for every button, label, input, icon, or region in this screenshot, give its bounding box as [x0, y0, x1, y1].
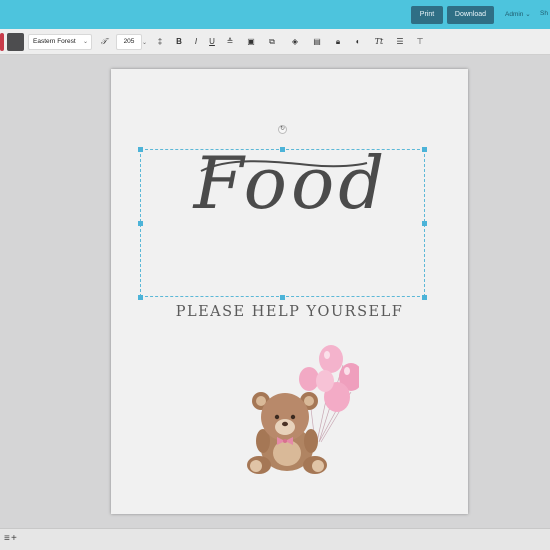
print-button[interactable]: Print	[411, 6, 443, 24]
share-menu[interactable]: Sh	[540, 10, 548, 17]
selection-box[interactable]	[140, 149, 425, 297]
text-toolbar: Eastern Forest ⌄ 𝒯 205 ⌄ ‡ B I U ≙ ▣ ⧉ ◈…	[0, 29, 550, 55]
add-page-icon[interactable]: +	[11, 533, 17, 544]
layers-icon[interactable]: ◈	[289, 35, 301, 49]
chevron-down-icon[interactable]: ⌄	[142, 39, 147, 46]
resize-handle-r[interactable]	[422, 221, 427, 226]
subtitle-text[interactable]: PLEASE HELP YOURSELF	[111, 304, 468, 320]
color-icon[interactable]: ◐	[352, 35, 364, 49]
lock-icon[interactable]: 🔒︎	[332, 35, 344, 49]
font-family-select[interactable]: Eastern Forest ⌄	[28, 34, 92, 50]
align-icon[interactable]: ⊤	[414, 35, 426, 49]
font-style-icon[interactable]: 𝒯	[98, 35, 110, 49]
rotate-icon[interactable]: ↻	[278, 125, 287, 134]
resize-handle-t[interactable]	[280, 147, 285, 152]
font-family-value: Eastern Forest	[33, 38, 76, 45]
color-swatch-dark[interactable]	[7, 33, 24, 51]
resize-handle-l[interactable]	[138, 221, 143, 226]
font-size-input[interactable]: 205	[116, 34, 142, 50]
underline-icon[interactable]: U	[206, 35, 218, 49]
resize-handle-br[interactable]	[422, 295, 427, 300]
resize-handle-b[interactable]	[280, 295, 285, 300]
color-swatch-red[interactable]	[0, 33, 4, 51]
design-page[interactable]: Food ↻ PLEASE HELP YOURSELF	[111, 69, 468, 514]
line-spacing-icon[interactable]: ☰	[394, 35, 406, 49]
menu-icon[interactable]: ≡	[4, 533, 10, 544]
teddy-bear-balloons-image[interactable]	[239, 337, 359, 477]
copy-icon[interactable]: ▤	[311, 35, 323, 49]
resize-handle-tr[interactable]	[422, 147, 427, 152]
top-header-bar: Print Download Admin ⌄ Sh	[0, 0, 550, 29]
bottom-page-bar: ≡ +	[0, 528, 550, 550]
admin-menu[interactable]: Admin ⌄	[505, 10, 531, 18]
letter-spacing-icon[interactable]: ‡	[154, 35, 166, 49]
resize-handle-bl[interactable]	[138, 295, 143, 300]
italic-icon[interactable]: I	[190, 35, 202, 49]
duplicate-icon[interactable]: ⧉	[266, 35, 278, 49]
resize-handle-tl[interactable]	[138, 147, 143, 152]
chevron-down-icon: ⌄	[82, 39, 88, 45]
bold-icon[interactable]: B	[173, 35, 185, 49]
strikethrough-icon[interactable]: ≙	[224, 35, 236, 49]
text-transform-icon[interactable]: Tt	[373, 35, 385, 49]
image-icon[interactable]: ▣	[245, 35, 257, 49]
download-button[interactable]: Download	[447, 6, 494, 24]
